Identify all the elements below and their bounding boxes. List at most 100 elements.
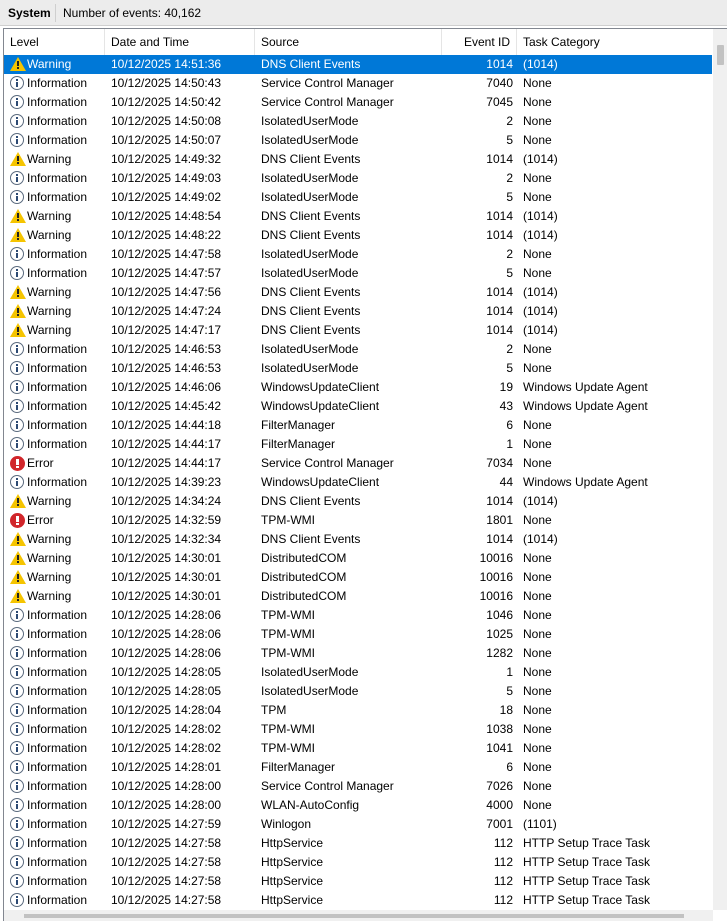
event-row[interactable]: Information 10/12/2025 14:39:23 WindowsUpd… [4, 473, 712, 492]
cell-source: DNS Client Events [261, 228, 361, 242]
event-row[interactable]: Information 10/12/2025 14:50:08 IsolatedUs… [4, 112, 712, 131]
event-row[interactable]: Warning 10/12/2025 14:48:22 DNS Client Eve… [4, 226, 712, 245]
cell-event-id: 112 [493, 855, 513, 869]
cell-event-id: 1014 [486, 532, 513, 546]
cell-task-category: None [523, 703, 552, 717]
event-row[interactable]: Information 10/12/2025 14:50:42 Service Co… [4, 93, 712, 112]
event-row[interactable]: Information 10/12/2025 14:44:18 FilterMana… [4, 416, 712, 435]
event-row[interactable]: Information 10/12/2025 14:44:17 FilterMana… [4, 435, 712, 454]
event-row[interactable]: Information 10/12/2025 14:50:43 Service Co… [4, 74, 712, 93]
cell-source: IsolatedUserMode [261, 665, 359, 679]
event-row[interactable]: Warning 10/12/2025 14:30:01 DistributedCOM… [4, 549, 712, 568]
cell-event-id: 112 [493, 836, 513, 850]
info-icon [10, 817, 25, 832]
cell-level: Information [10, 834, 105, 853]
event-row[interactable]: Information 10/12/2025 14:28:00 Service Co… [4, 777, 712, 796]
event-row[interactable]: Warning 10/12/2025 14:47:24 DNS Client Eve… [4, 302, 712, 321]
event-row[interactable]: Information 10/12/2025 14:28:02 TPM-WMI 103… [4, 720, 712, 739]
event-row[interactable]: Information 10/12/2025 14:28:04 TPM 18 None [4, 701, 712, 720]
event-row[interactable]: Information 10/12/2025 14:28:01 FilterMana… [4, 758, 712, 777]
horizontal-scroll-thumb[interactable] [24, 914, 684, 918]
cell-date-time: 10/12/2025 14:50:43 [111, 76, 222, 90]
event-row[interactable]: Warning 10/12/2025 14:48:54 DNS Client Eve… [4, 207, 712, 226]
cell-event-id: 10016 [479, 551, 513, 565]
event-row[interactable]: Warning 10/12/2025 14:49:32 DNS Client Eve… [4, 150, 712, 169]
level-text: Information [27, 247, 88, 261]
event-row[interactable]: Information 10/12/2025 14:28:06 TPM-WMI 104… [4, 606, 712, 625]
cell-date-time: 10/12/2025 14:49:03 [111, 171, 222, 185]
event-row[interactable]: Information 10/12/2025 14:47:57 IsolatedUs… [4, 264, 712, 283]
level-text: Information [27, 855, 88, 869]
event-row[interactable]: Warning 10/12/2025 14:47:17 DNS Client Eve… [4, 321, 712, 340]
level-text: Information [27, 266, 88, 280]
column-header-task-category[interactable]: Task Category [517, 29, 724, 55]
level-text: Information [27, 361, 88, 375]
event-row[interactable]: Warning 10/12/2025 14:47:56 DNS Client Eve… [4, 283, 712, 302]
info-icon [10, 722, 25, 737]
event-row[interactable]: Information 10/12/2025 14:46:53 IsolatedUs… [4, 340, 712, 359]
event-row[interactable]: Information 10/12/2025 14:27:58 HttpServic… [4, 891, 712, 910]
cell-level: Information [10, 872, 105, 891]
horizontal-scrollbar[interactable] [4, 910, 713, 921]
event-row[interactable]: Information 10/12/2025 14:27:58 HttpServic… [4, 872, 712, 891]
event-row[interactable]: Information 10/12/2025 14:28:05 IsolatedUs… [4, 663, 712, 682]
info-icon [10, 247, 25, 262]
event-row[interactable]: Warning 10/12/2025 14:30:01 DistributedCOM… [4, 587, 712, 606]
level-text: Warning [27, 228, 72, 242]
column-header-level[interactable]: Level [4, 29, 105, 55]
column-header-source[interactable]: Source [255, 29, 442, 55]
event-row[interactable]: Information 10/12/2025 14:50:07 IsolatedUs… [4, 131, 712, 150]
event-row[interactable]: Information 10/12/2025 14:49:03 IsolatedUs… [4, 169, 712, 188]
cell-level: Information [10, 796, 105, 815]
cell-level: Warning [10, 492, 105, 511]
cell-source: HttpService [261, 855, 324, 869]
cell-date-time: 10/12/2025 14:30:01 [111, 551, 222, 565]
event-row[interactable]: Information 10/12/2025 14:28:06 TPM-WMI 128… [4, 644, 712, 663]
event-row[interactable]: Warning 10/12/2025 14:30:01 DistributedCOM… [4, 568, 712, 587]
event-row[interactable]: Information 10/12/2025 14:28:06 TPM-WMI 102… [4, 625, 712, 644]
event-row[interactable]: Error 10/12/2025 14:32:59 TPM-WMI 1801 None [4, 511, 712, 530]
event-row[interactable]: Error 10/12/2025 14:44:17 Service Control … [4, 454, 712, 473]
column-header-date[interactable]: Date and Time [105, 29, 255, 55]
event-row[interactable]: Warning 10/12/2025 14:51:36 DNS Client Eve… [4, 55, 712, 74]
event-row[interactable]: Information 10/12/2025 14:45:42 WindowsUpd… [4, 397, 712, 416]
event-row[interactable]: Information 10/12/2025 14:28:05 IsolatedUs… [4, 682, 712, 701]
cell-task-category: (1014) [523, 152, 558, 166]
event-row[interactable]: Information 10/12/2025 14:47:58 IsolatedUs… [4, 245, 712, 264]
cell-date-time: 10/12/2025 14:44:18 [111, 418, 222, 432]
level-text: Information [27, 665, 88, 679]
cell-date-time: 10/12/2025 14:46:53 [111, 342, 222, 356]
event-row[interactable]: Information 10/12/2025 14:27:58 HttpServic… [4, 834, 712, 853]
event-row[interactable]: Information 10/12/2025 14:27:59 Winlogon 70… [4, 815, 712, 834]
level-text: Information [27, 380, 88, 394]
cell-source: TPM-WMI [261, 627, 315, 641]
vertical-scroll-thumb[interactable] [717, 45, 724, 65]
info-icon [10, 703, 25, 718]
cell-source: DNS Client Events [261, 532, 361, 546]
event-row[interactable]: Warning 10/12/2025 14:32:34 DNS Client Eve… [4, 530, 712, 549]
cell-event-id: 1038 [486, 722, 513, 736]
cell-source: DNS Client Events [261, 323, 361, 337]
event-row[interactable]: Information 10/12/2025 14:49:02 IsolatedUs… [4, 188, 712, 207]
event-row[interactable]: Information 10/12/2025 14:46:06 WindowsUpd… [4, 378, 712, 397]
vertical-scrollbar[interactable] [713, 29, 727, 910]
cell-task-category: None [523, 418, 552, 432]
cell-source: DNS Client Events [261, 285, 361, 299]
level-text: Information [27, 874, 88, 888]
cell-level: Information [10, 853, 105, 872]
cell-date-time: 10/12/2025 14:47:57 [111, 266, 222, 280]
event-row[interactable]: Information 10/12/2025 14:27:58 HttpServic… [4, 853, 712, 872]
cell-event-id: 112 [493, 874, 513, 888]
cell-task-category: None [523, 171, 552, 185]
cell-task-category: (1014) [523, 532, 558, 546]
column-header-event-id[interactable]: Event ID [442, 29, 517, 55]
error-icon [10, 456, 25, 471]
event-row[interactable]: Information 10/12/2025 14:28:02 TPM-WMI 104… [4, 739, 712, 758]
info-icon [10, 741, 25, 756]
warning-icon [10, 209, 26, 224]
cell-date-time: 10/12/2025 14:27:58 [111, 855, 222, 869]
event-row[interactable]: Warning 10/12/2025 14:34:24 DNS Client Eve… [4, 492, 712, 511]
event-row[interactable]: Information 10/12/2025 14:46:53 IsolatedUs… [4, 359, 712, 378]
cell-source: DNS Client Events [261, 494, 361, 508]
event-row[interactable]: Information 10/12/2025 14:28:00 WLAN-AutoC… [4, 796, 712, 815]
